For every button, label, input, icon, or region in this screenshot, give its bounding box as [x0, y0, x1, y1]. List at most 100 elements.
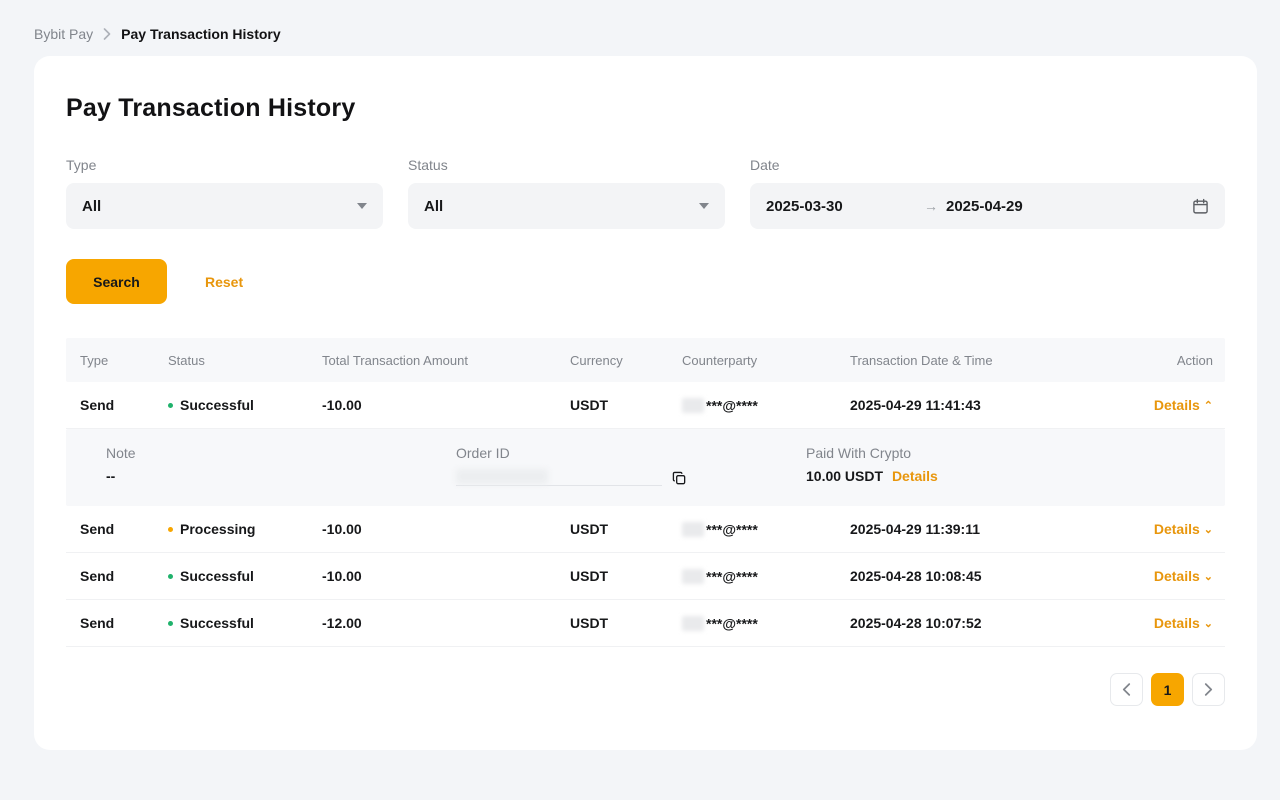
cell-currency: USDT — [570, 568, 682, 584]
header-amount: Total Transaction Amount — [322, 353, 570, 368]
pagination: 1 — [66, 673, 1225, 706]
calendar-icon[interactable] — [1192, 198, 1209, 215]
type-filter-select[interactable]: All — [66, 183, 383, 229]
status-badge: Successful — [168, 568, 322, 584]
redacted-blur — [456, 469, 548, 484]
header-counterparty: Counterparty — [682, 353, 850, 368]
note-value: -- — [106, 468, 456, 484]
cell-type: Send — [80, 521, 168, 537]
redacted-blur — [682, 522, 704, 537]
status-text: Successful — [180, 397, 254, 413]
cell-type: Send — [80, 615, 168, 631]
paid-amount: 10.00 USDT — [806, 468, 883, 484]
status-dot-icon — [168, 403, 173, 408]
table-row: Send Successful -10.00 USDT ***@**** 202… — [66, 382, 1225, 429]
pagination-page-1-button[interactable]: 1 — [1151, 673, 1184, 706]
status-text: Successful — [180, 568, 254, 584]
order-id-block: Order ID — [456, 445, 806, 486]
status-badge: Processing — [168, 521, 322, 537]
caret-down-icon — [699, 203, 709, 209]
paid-details-link[interactable]: Details — [892, 468, 938, 484]
cell-amount: -10.00 — [322, 397, 570, 413]
table-row: Send Successful -10.00 USDT ***@**** 202… — [66, 553, 1225, 600]
status-badge: Successful — [168, 397, 322, 413]
cell-datetime: 2025-04-29 11:39:11 — [850, 521, 1136, 537]
status-filter-select[interactable]: All — [408, 183, 725, 229]
cell-currency: USDT — [570, 521, 682, 537]
note-label: Note — [106, 445, 456, 461]
cell-counterparty: ***@**** — [682, 614, 850, 631]
paid-with-crypto-label: Paid With Crypto — [806, 445, 1213, 461]
status-badge: Successful — [168, 615, 322, 631]
details-toggle[interactable]: Details⌄ — [1154, 568, 1213, 584]
type-filter-group: Type All — [66, 157, 383, 229]
type-filter-label: Type — [66, 157, 383, 173]
cell-datetime: 2025-04-28 10:07:52 — [850, 615, 1136, 631]
filters-row: Type All Status All Date 2025-03-30 → 20… — [66, 157, 1225, 229]
cell-currency: USDT — [570, 397, 682, 413]
date-start-value[interactable]: 2025-03-30 — [766, 198, 916, 215]
breadcrumb-current: Pay Transaction History — [121, 26, 281, 42]
chevron-down-icon: ⌄ — [1204, 523, 1213, 536]
redacted-blur — [682, 569, 704, 584]
date-range-picker[interactable]: 2025-03-30 → 2025-04-29 — [750, 183, 1225, 229]
chevron-right-icon — [103, 28, 111, 40]
cell-amount: -12.00 — [322, 615, 570, 631]
chevron-down-icon: ⌄ — [1204, 570, 1213, 583]
search-button[interactable]: Search — [66, 259, 167, 304]
date-filter-group: Date 2025-03-30 → 2025-04-29 — [750, 157, 1225, 229]
cell-datetime: 2025-04-28 10:08:45 — [850, 568, 1136, 584]
status-dot-icon — [168, 621, 173, 626]
status-filter-value: All — [424, 198, 443, 215]
details-toggle[interactable]: Details⌄ — [1154, 615, 1213, 631]
cell-type: Send — [80, 568, 168, 584]
details-toggle[interactable]: Details⌄ — [1154, 521, 1213, 537]
cell-counterparty: ***@**** — [682, 396, 850, 413]
status-dot-icon — [168, 527, 173, 532]
cell-currency: USDT — [570, 615, 682, 631]
status-dot-icon — [168, 574, 173, 579]
pagination-next-button[interactable] — [1192, 673, 1225, 706]
table-row: Send Processing -10.00 USDT ***@**** 202… — [66, 506, 1225, 553]
date-end-value[interactable]: 2025-04-29 — [946, 198, 1192, 215]
status-filter-group: Status All — [408, 157, 725, 229]
cell-amount: -10.00 — [322, 568, 570, 584]
breadcrumb: Bybit Pay Pay Transaction History — [0, 0, 1280, 42]
cell-datetime: 2025-04-29 11:41:43 — [850, 397, 1136, 413]
note-block: Note -- — [106, 445, 456, 486]
header-action: Action — [1136, 353, 1213, 368]
cell-amount: -10.00 — [322, 521, 570, 537]
filter-actions-row: Search Reset — [66, 259, 1225, 304]
reset-button[interactable]: Reset — [205, 274, 243, 290]
breadcrumb-bybit-pay[interactable]: Bybit Pay — [34, 26, 93, 42]
header-datetime: Transaction Date & Time — [850, 353, 1136, 368]
status-text: Successful — [180, 615, 254, 631]
cell-type: Send — [80, 397, 168, 413]
order-id-redacted-value — [456, 468, 662, 486]
header-type: Type — [80, 353, 168, 368]
type-filter-value: All — [82, 198, 101, 215]
page-title: Pay Transaction History — [66, 94, 1225, 123]
pagination-prev-button[interactable] — [1110, 673, 1143, 706]
cell-counterparty: ***@**** — [682, 567, 850, 584]
chevron-up-icon: ⌃ — [1204, 399, 1213, 412]
paid-with-crypto-block: Paid With Crypto 10.00 USDT Details — [806, 445, 1213, 486]
status-text: Processing — [180, 521, 255, 537]
copy-icon[interactable] — [672, 471, 687, 486]
pay-transaction-history-card: Pay Transaction History Type All Status … — [34, 56, 1257, 750]
details-toggle[interactable]: Details⌃ — [1154, 397, 1213, 413]
table-row: Send Successful -12.00 USDT ***@**** 202… — [66, 600, 1225, 647]
chevron-down-icon: ⌄ — [1204, 617, 1213, 630]
caret-down-icon — [357, 203, 367, 209]
header-currency: Currency — [570, 353, 682, 368]
header-status: Status — [168, 353, 322, 368]
date-filter-label: Date — [750, 157, 1225, 173]
redacted-blur — [682, 616, 704, 631]
transactions-table: Type Status Total Transaction Amount Cur… — [66, 338, 1225, 647]
cell-counterparty: ***@**** — [682, 520, 850, 537]
order-id-label: Order ID — [456, 445, 806, 461]
table-header-row: Type Status Total Transaction Amount Cur… — [66, 338, 1225, 382]
date-range-arrow-icon: → — [916, 198, 946, 214]
redacted-blur — [682, 398, 704, 413]
status-filter-label: Status — [408, 157, 725, 173]
